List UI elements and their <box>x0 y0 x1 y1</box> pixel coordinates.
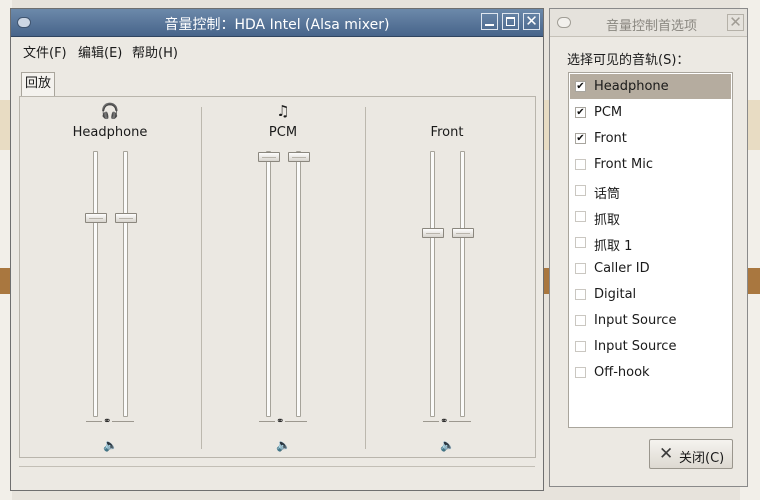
window-menu-icon[interactable] <box>557 17 571 28</box>
volume-slider-right[interactable] <box>288 151 310 417</box>
track-label: Front Mic <box>594 157 653 172</box>
volume-slider-left[interactable] <box>258 151 280 417</box>
track-label: PCM <box>594 105 623 120</box>
tracks-list[interactable]: ✔ Headphone ✔ PCM ✔ Front Front Mic 话筒 抓… <box>568 72 733 428</box>
close-window-button[interactable]: ✕ <box>523 13 540 30</box>
slider-thumb[interactable] <box>85 213 107 223</box>
channel-divider <box>365 107 366 449</box>
track-label: 话筒 <box>594 187 621 202</box>
list-item[interactable]: Front Mic <box>570 152 731 177</box>
menu-edit[interactable]: 编辑(E) <box>78 42 122 61</box>
track-label: Headphone <box>594 79 669 94</box>
checkbox[interactable] <box>575 211 586 222</box>
channel-label: Front <box>430 125 464 140</box>
list-item[interactable]: Input Source <box>570 334 731 359</box>
checkbox[interactable]: ✔ <box>575 133 586 144</box>
list-item[interactable]: 抓取 <box>570 204 731 229</box>
track-label: 抓取 <box>594 213 621 228</box>
list-item[interactable]: Digital <box>570 282 731 307</box>
channel-front: Front ⚭ 🔈 <box>367 97 527 459</box>
track-label: Front <box>594 131 627 146</box>
checkbox[interactable] <box>575 159 586 170</box>
list-item[interactable]: Off-hook <box>570 360 731 385</box>
checkbox[interactable] <box>575 263 586 274</box>
checkbox[interactable] <box>575 185 586 196</box>
speaker-mute-icon[interactable]: 🔈 <box>276 439 291 451</box>
track-label: Off-hook <box>594 365 650 380</box>
music-note-icon: ♫ <box>276 102 290 120</box>
slider-thumb[interactable] <box>258 152 280 162</box>
checkbox[interactable] <box>575 341 586 352</box>
speaker-mute-icon[interactable]: 🔈 <box>440 439 455 451</box>
checkbox[interactable] <box>575 289 586 300</box>
slider-thumb[interactable] <box>452 228 474 238</box>
close-button[interactable]: ✕ 关闭(C) <box>649 439 733 469</box>
slider-thumb[interactable] <box>115 213 137 223</box>
checkbox[interactable] <box>575 237 586 248</box>
channel-lock-toggle[interactable]: ⚭ <box>259 416 307 428</box>
track-label: Input Source <box>594 313 677 328</box>
close-button-label: 关闭(C) <box>679 451 725 466</box>
playback-panel: 🎧 Headphone ⚭ 🔈 ♫ PCM ⚭ 🔈 Front ⚭ 🔈 <box>19 96 536 458</box>
volume-slider-left[interactable] <box>422 151 444 417</box>
speaker-mute-icon[interactable]: 🔈 <box>103 439 118 451</box>
volume-slider-left[interactable] <box>85 151 107 417</box>
preferences-title: 音量控制首选项 <box>605 19 697 34</box>
checkbox[interactable] <box>575 315 586 326</box>
track-label: 抓取 1 <box>594 239 633 254</box>
window-title: 音量控制：HDA Intel (Alsa mixer) <box>164 17 390 33</box>
track-label: Digital <box>594 287 637 302</box>
volume-slider-right[interactable] <box>452 151 474 417</box>
channel-divider <box>201 107 202 449</box>
channel-label: PCM <box>268 125 298 140</box>
channel-pcm: ♫ PCM ⚭ 🔈 <box>203 97 363 459</box>
checkbox[interactable] <box>575 367 586 378</box>
channel-label: Headphone <box>72 125 148 140</box>
menu-file[interactable]: 文件(F) <box>23 42 67 61</box>
menubar: 文件(F) 编辑(E) 帮助(H) <box>11 37 543 61</box>
volume-slider-right[interactable] <box>115 151 137 417</box>
maximize-button[interactable] <box>502 13 519 30</box>
list-item[interactable]: 抓取 1 <box>570 230 731 255</box>
list-item[interactable]: ✔ Headphone <box>570 74 731 99</box>
list-item[interactable]: ✔ PCM <box>570 100 731 125</box>
channel-lock-toggle[interactable]: ⚭ <box>423 416 471 428</box>
slider-thumb[interactable] <box>288 152 310 162</box>
list-item[interactable]: ✔ Front <box>570 126 731 151</box>
preferences-titlebar[interactable]: 音量控制首选项 ✕ <box>550 9 747 37</box>
slider-thumb[interactable] <box>422 228 444 238</box>
list-item[interactable]: 话筒 <box>570 178 731 203</box>
track-label: Input Source <box>594 339 677 354</box>
channel-lock-toggle[interactable]: ⚭ <box>86 416 134 428</box>
channel-headphone: 🎧 Headphone ⚭ 🔈 <box>30 97 190 459</box>
chain-link-icon: ⚭ <box>275 416 286 427</box>
close-icon: ✕ <box>659 444 674 464</box>
headphone-icon: 🎧 <box>100 102 120 120</box>
minimize-button[interactable] <box>481 13 498 30</box>
close-icon[interactable]: ✕ <box>727 14 744 31</box>
tab-playback[interactable]: 回放 <box>21 72 55 97</box>
menu-help[interactable]: 帮助(H) <box>132 42 178 61</box>
preferences-dialog: 音量控制首选项 ✕ 选择可见的音轨(S)： ✔ Headphone ✔ PCM … <box>549 8 748 487</box>
statusbar <box>19 466 535 485</box>
list-item[interactable]: Input Source <box>570 308 731 333</box>
chain-link-icon: ⚭ <box>102 416 113 427</box>
chain-link-icon: ⚭ <box>439 416 450 427</box>
track-label: Caller ID <box>594 261 650 276</box>
mixer-titlebar[interactable]: 音量控制：HDA Intel (Alsa mixer) ✕ <box>11 9 543 37</box>
visible-tracks-label: 选择可见的音轨(S)： <box>567 53 690 68</box>
checkbox[interactable]: ✔ <box>575 81 586 92</box>
mixer-window: 音量控制：HDA Intel (Alsa mixer) ✕ 文件(F) 编辑(E… <box>10 8 544 491</box>
checkbox[interactable]: ✔ <box>575 107 586 118</box>
list-item[interactable]: Caller ID <box>570 256 731 281</box>
